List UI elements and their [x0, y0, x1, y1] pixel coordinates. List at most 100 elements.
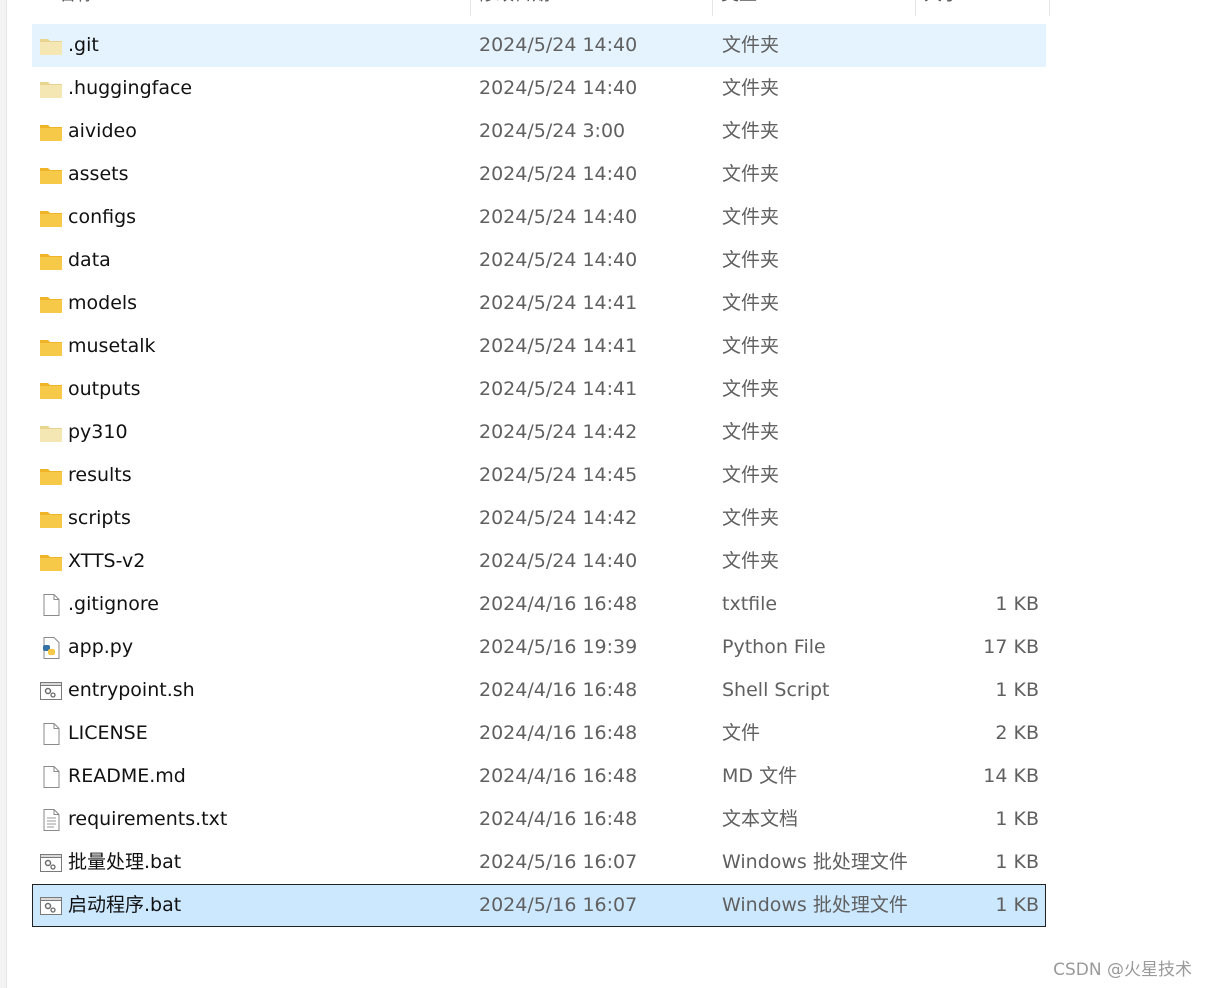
file-type: txtfile [722, 593, 778, 615]
column-divider[interactable] [470, 0, 471, 16]
file-name: .huggingface [68, 77, 193, 99]
folder-icon [39, 164, 63, 186]
file-row[interactable]: README.md 2024/4/16 16:48 MD 文件 14 KB [32, 755, 1046, 798]
file-size: 14 KB [983, 765, 1039, 787]
folder-light-icon [39, 35, 63, 57]
file-date-modified: 2024/4/16 16:48 [479, 679, 638, 701]
column-header-size[interactable]: 大小 [924, 0, 960, 16]
file-name: configs [68, 206, 137, 228]
file-date-modified: 2024/5/24 14:41 [479, 292, 638, 314]
file-type: 文件夹 [722, 163, 780, 185]
column-header-name[interactable]: 名称 [58, 0, 94, 16]
file-type: 文件夹 [722, 507, 780, 529]
file-type: 文件夹 [722, 34, 780, 56]
file-row[interactable]: musetalk 2024/5/24 14:41 文件夹 [32, 325, 1046, 368]
file-type: 文件夹 [722, 249, 780, 271]
file-type: 文件夹 [722, 550, 780, 572]
script-file-icon [39, 852, 63, 874]
file-row[interactable]: aivideo 2024/5/24 3:00 文件夹 [32, 110, 1046, 153]
file-row[interactable]: 批量处理.bat 2024/5/16 16:07 Windows 批处理文件 1 KB [32, 841, 1046, 884]
file-type: 文件夹 [722, 292, 780, 314]
file-date-modified: 2024/5/24 14:45 [479, 464, 638, 486]
folder-icon [39, 508, 63, 530]
file-row[interactable]: .gitignore 2024/4/16 16:48 txtfile 1 KB [32, 583, 1046, 626]
file-date-modified: 2024/5/24 14:41 [479, 378, 638, 400]
file-name: .git [68, 34, 99, 56]
folder-icon [39, 551, 63, 573]
file-date-modified: 2024/5/24 14:40 [479, 34, 638, 56]
column-divider[interactable] [915, 0, 916, 16]
file-row[interactable]: outputs 2024/5/24 14:41 文件夹 [32, 368, 1046, 411]
file-type: 文件夹 [722, 378, 780, 400]
file-row[interactable]: app.py 2024/5/16 19:39 Python File 17 KB [32, 626, 1046, 669]
file-date-modified: 2024/4/16 16:48 [479, 765, 638, 787]
file-row[interactable]: .git 2024/5/24 14:40 文件夹 [32, 24, 1046, 67]
file-date-modified: 2024/5/24 3:00 [479, 120, 626, 142]
file-type: 文件夹 [722, 335, 780, 357]
file-list: .git 2024/5/24 14:40 文件夹 .huggingface 2024/5… [32, 24, 1046, 927]
file-type: 文件夹 [722, 421, 780, 443]
column-divider[interactable] [1049, 0, 1050, 16]
folder-icon [39, 121, 63, 143]
file-row[interactable]: XTTS-v2 2024/5/24 14:40 文件夹 [32, 540, 1046, 583]
column-header: 名称 修改日期 类型 大小 [32, 0, 1050, 16]
text-file-icon [39, 809, 63, 831]
file-type: Windows 批处理文件 [722, 894, 908, 916]
file-row[interactable]: models 2024/5/24 14:41 文件夹 [32, 282, 1046, 325]
file-row[interactable]: LICENSE 2024/4/16 16:48 文件 2 KB [32, 712, 1046, 755]
file-name: py310 [68, 421, 128, 443]
file-row[interactable]: requirements.txt 2024/4/16 16:48 文本文档 1 KB [32, 798, 1046, 841]
file-date-modified: 2024/5/16 16:07 [479, 851, 638, 873]
file-date-modified: 2024/5/16 16:07 [479, 894, 638, 916]
file-size: 1 KB [995, 593, 1039, 615]
file-type: 文件夹 [722, 77, 780, 99]
file-date-modified: 2024/5/24 14:40 [479, 163, 638, 185]
file-type: 文件夹 [722, 206, 780, 228]
file-name: entrypoint.sh [68, 679, 195, 701]
file-date-modified: 2024/5/24 14:42 [479, 421, 638, 443]
file-date-modified: 2024/5/24 14:40 [479, 249, 638, 271]
column-header-date[interactable]: 修改日期 [478, 0, 550, 16]
folder-icon [39, 465, 63, 487]
file-row[interactable]: scripts 2024/5/24 14:42 文件夹 [32, 497, 1046, 540]
watermark: CSDN @火星技术 [1053, 960, 1192, 980]
file-row[interactable]: results 2024/5/24 14:45 文件夹 [32, 454, 1046, 497]
file-date-modified: 2024/5/16 19:39 [479, 636, 638, 658]
file-name: outputs [68, 378, 141, 400]
file-row[interactable]: py310 2024/5/24 14:42 文件夹 [32, 411, 1046, 454]
script-file-icon [39, 895, 63, 917]
file-explorer-pane: 名称 修改日期 类型 大小 .git2024/5/24 14:40文件夹.hug… [0, 0, 1206, 988]
file-size: 17 KB [983, 636, 1039, 658]
folder-light-icon [39, 78, 63, 100]
file-name: XTTS-v2 [68, 550, 146, 572]
file-row[interactable]: .huggingface 2024/5/24 14:40 文件夹 [32, 67, 1046, 110]
file-type: Python File [722, 636, 826, 658]
column-divider[interactable] [712, 0, 713, 16]
file-name: 批量处理.bat [68, 851, 182, 873]
file-name: requirements.txt [68, 808, 228, 830]
file-date-modified: 2024/5/24 14:41 [479, 335, 638, 357]
file-row[interactable]: assets 2024/5/24 14:40 文件夹 [32, 153, 1046, 196]
file-date-modified: 2024/5/24 14:40 [479, 550, 638, 572]
file-row[interactable]: data 2024/5/24 14:40 文件夹 [32, 239, 1046, 282]
folder-icon [39, 250, 63, 272]
folder-light-icon [39, 422, 63, 444]
column-header-type[interactable]: 类型 [721, 0, 757, 16]
file-name: results [68, 464, 132, 486]
script-file-icon [39, 680, 63, 702]
file-date-modified: 2024/4/16 16:48 [479, 722, 638, 744]
file-size: 1 KB [995, 679, 1039, 701]
file-date-modified: 2024/4/16 16:48 [479, 593, 638, 615]
file-row[interactable]: configs 2024/5/24 14:40 文件夹 [32, 196, 1046, 239]
file-name: models [68, 292, 138, 314]
file-size: 1 KB [995, 808, 1039, 830]
blank-file-icon [39, 766, 63, 788]
file-date-modified: 2024/5/24 14:40 [479, 77, 638, 99]
file-name: aivideo [68, 120, 137, 142]
file-date-modified: 2024/4/16 16:48 [479, 808, 638, 830]
file-name: assets [68, 163, 129, 185]
file-row[interactable]: entrypoint.sh 2024/4/16 16:48 Shell Script… [32, 669, 1046, 712]
folder-icon [39, 293, 63, 315]
file-row[interactable]: 启动程序.bat 2024/5/16 16:07 Windows 批处理文件 1 KB [32, 884, 1046, 927]
file-date-modified: 2024/5/24 14:42 [479, 507, 638, 529]
